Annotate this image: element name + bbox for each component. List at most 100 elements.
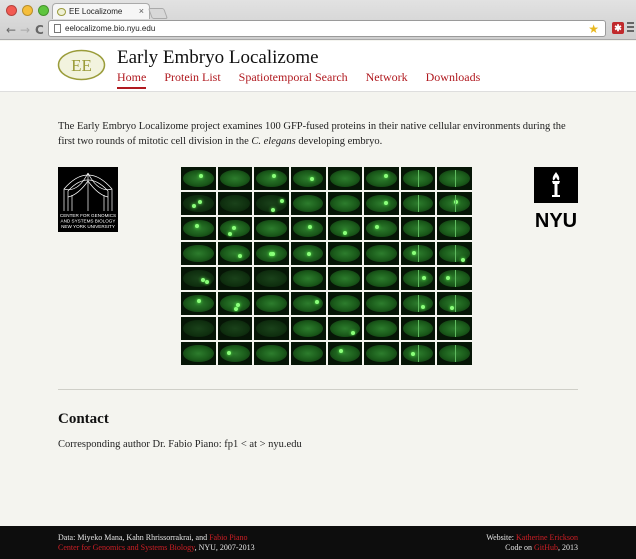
embryo-image	[290, 167, 326, 190]
embryo-image	[217, 292, 253, 315]
nav-home[interactable]: Home	[117, 70, 147, 89]
embryo-image	[181, 292, 216, 315]
katherine-erickson-link[interactable]: Katherine Erickson	[516, 533, 578, 542]
tab-title: EE Localizome	[69, 7, 123, 16]
embryo-image	[181, 267, 216, 290]
browser-menu-icon[interactable]	[627, 22, 634, 34]
embryo-image	[437, 192, 472, 215]
footer-code-prefix: Code on	[505, 543, 534, 552]
nav-spatiotemporal-search[interactable]: Spatiotemporal Search	[239, 70, 348, 89]
embryo-image	[290, 342, 326, 365]
cgsb-line-1: CENTER FOR GENOMICS	[60, 213, 116, 218]
embryo-image	[364, 317, 399, 340]
embryo-image	[364, 267, 399, 290]
embryo-image	[400, 192, 436, 215]
cgsb-line-3: NEW YORK UNIVERSITY	[61, 224, 115, 229]
embryo-image	[400, 317, 436, 340]
nav-protein-list[interactable]: Protein List	[164, 70, 220, 89]
main-nav: Home Protein List Spatiotemporal Search …	[117, 70, 498, 89]
cgsb-link[interactable]: Center for Genomics and Systems Biology	[58, 543, 195, 552]
embryo-image	[400, 267, 436, 290]
embryo-image	[437, 292, 472, 315]
embryo-image	[364, 192, 399, 215]
minimize-window-button[interactable]	[22, 5, 33, 16]
footer-center-suffix: , NYU, 2007-2013	[194, 543, 255, 552]
embryo-image	[364, 217, 399, 240]
embryo-image	[254, 317, 289, 340]
embryo-image	[254, 292, 289, 315]
url-text: eelocalizome.bio.nyu.edu	[65, 24, 156, 33]
embryo-image	[254, 267, 289, 290]
embryo-image	[217, 217, 253, 240]
embryo-image	[217, 267, 253, 290]
embryo-image	[217, 167, 253, 190]
intro-text-end: developing embryo.	[295, 136, 383, 147]
embryo-image	[254, 342, 289, 365]
contact-heading: Contact	[58, 411, 109, 427]
embryo-image	[400, 242, 436, 265]
browser-chrome: EE Localizome × ← → C eelocalizome.bio.n…	[0, 0, 636, 40]
embryo-image	[327, 217, 363, 240]
embryo-image	[181, 167, 216, 190]
embryo-image	[181, 217, 216, 240]
cgsb-logo[interactable]: CENTER FOR GENOMICS AND SYSTEMS BIOLOGY …	[58, 167, 118, 232]
embryo-image	[217, 317, 253, 340]
embryo-image	[364, 242, 399, 265]
footer-website-credits: Website: Katherine Erickson Code on GitH…	[486, 533, 578, 553]
embryo-image	[290, 217, 326, 240]
embryo-image	[181, 192, 216, 215]
nyu-logo[interactable]: NYU	[534, 167, 578, 233]
extension-icon[interactable]: ✱	[612, 22, 624, 34]
embryo-image	[254, 167, 289, 190]
forward-arrow-icon[interactable]: →	[20, 23, 30, 37]
embryo-image	[181, 342, 216, 365]
embryo-image	[327, 192, 363, 215]
embryo-image	[217, 242, 253, 265]
nav-network[interactable]: Network	[366, 70, 408, 89]
footer-data-credit: Data: Miyeko Mana, Kahn Rhrissorrakrai, …	[58, 533, 210, 542]
ee-logo[interactable]: EE	[57, 49, 106, 81]
tab-close-icon[interactable]: ×	[139, 6, 144, 16]
embryo-image	[254, 217, 289, 240]
page-icon	[54, 24, 61, 33]
window-controls	[6, 5, 49, 16]
new-tab-button[interactable]	[147, 8, 169, 19]
embryo-image	[437, 342, 472, 365]
embryo-image	[437, 267, 472, 290]
site-header: EE Early Embryo Localizome Home Protein …	[0, 41, 636, 92]
embryo-image	[400, 292, 436, 315]
embryo-image	[400, 217, 436, 240]
site-title: Early Embryo Localizome	[117, 47, 319, 68]
embryo-image	[181, 317, 216, 340]
bookmark-star-icon[interactable]: ★	[588, 22, 599, 36]
embryo-image	[217, 342, 253, 365]
fabio-piano-link[interactable]: Fabio Piano	[209, 533, 247, 542]
cgsb-line-2: AND SYSTEMS BIOLOGY	[61, 219, 116, 224]
reload-icon[interactable]: C	[35, 23, 44, 37]
embryo-image	[290, 292, 326, 315]
zoom-window-button[interactable]	[38, 5, 49, 16]
nav-downloads[interactable]: Downloads	[426, 70, 481, 89]
embryo-image	[181, 242, 216, 265]
embryo-image	[217, 192, 253, 215]
embryo-image	[327, 317, 363, 340]
nyu-text: NYU	[535, 210, 577, 232]
footer-website-prefix: Website:	[486, 533, 517, 542]
embryo-image	[364, 292, 399, 315]
embryo-image	[400, 167, 436, 190]
back-arrow-icon[interactable]: ←	[6, 23, 16, 37]
close-window-button[interactable]	[6, 5, 17, 16]
embryo-image	[290, 192, 326, 215]
embryo-image	[437, 167, 472, 190]
embryo-image	[254, 242, 289, 265]
browser-tab[interactable]: EE Localizome ×	[52, 3, 150, 19]
embryo-image	[437, 217, 472, 240]
intro-paragraph: The Early Embryo Localizome project exam…	[58, 119, 578, 149]
embryo-image	[327, 342, 363, 365]
embryo-image	[364, 342, 399, 365]
favicon-icon	[57, 8, 66, 16]
address-bar[interactable]: eelocalizome.bio.nyu.edu ★	[48, 20, 606, 37]
embryo-image	[327, 292, 363, 315]
embryo-image	[290, 267, 326, 290]
github-link[interactable]: GitHub	[534, 543, 558, 552]
